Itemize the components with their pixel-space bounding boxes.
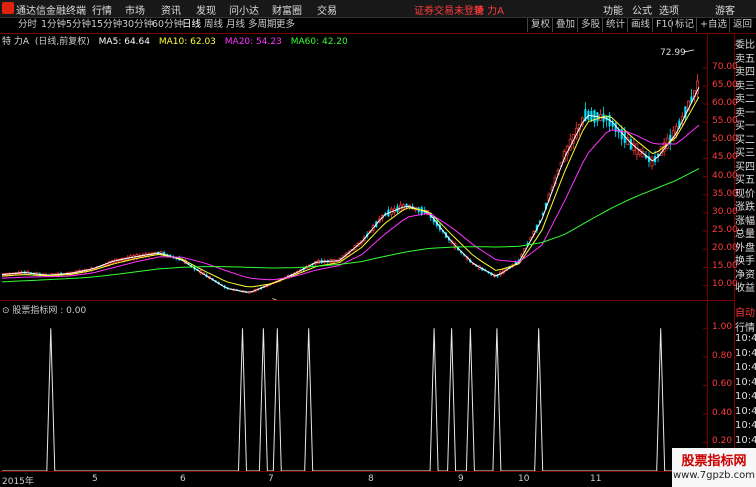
chart-header: 特 力A (日线,前复权) MA5: 64.64 MA10: 62.03 MA2… <box>0 34 348 47</box>
indicator-line <box>2 328 699 471</box>
side-panel-item: 10:45 <box>735 333 756 344</box>
mark-button[interactable]: 标记 <box>671 18 697 32</box>
draw-line-button[interactable]: 画线 <box>627 18 653 32</box>
x-label-10: 10 <box>518 474 530 484</box>
menu-gongshi[interactable]: 公式 <box>632 2 652 17</box>
x-label-2015: 2015年 <box>2 477 34 487</box>
tab-fenshi[interactable]: 分时 <box>18 18 37 32</box>
multi-stock-button[interactable]: 多股 <box>577 18 603 32</box>
tab-more[interactable]: 更多 <box>276 18 295 32</box>
tab-daily[interactable]: 日线 <box>182 18 201 32</box>
menu-caifuquan[interactable]: 财富圈 <box>272 2 302 17</box>
overlay-button[interactable]: 叠加 <box>552 18 578 32</box>
price-tick-label: 10.00 <box>712 279 738 290</box>
app-name: 通达信金融终端 <box>16 6 86 17</box>
candle-up <box>650 156 654 167</box>
watermark-url: www.7gpzb.com <box>673 470 755 481</box>
side-panel-item: 10:45 <box>735 391 756 402</box>
low-annotation: 6.70 <box>284 299 304 300</box>
tab-monthly[interactable]: 月线 <box>226 18 245 32</box>
side-panel-item: 10:45 <box>735 362 756 373</box>
panel-divider <box>0 300 735 301</box>
menu-youke[interactable]: 游客 <box>715 2 735 17</box>
price-tick-label: 70.00 <box>712 61 738 72</box>
price-tick-label: 25.00 <box>712 225 738 236</box>
price-tick-label: 35.00 <box>712 188 738 199</box>
menu-gongneng[interactable]: 功能 <box>603 2 623 17</box>
x-label-5: 5 <box>92 474 98 484</box>
price-tick-label: 20.00 <box>712 243 738 254</box>
stock-tag: 特 力A <box>474 6 505 17</box>
indicator-tick-label: 1.00 <box>712 322 733 333</box>
indicator-tick-label: 0.20 <box>712 436 733 447</box>
watermark-title: 股票指标网 <box>681 454 747 469</box>
side-panel-item: 10:45 <box>735 434 756 446</box>
side-panel-item: 10:45 <box>735 347 756 359</box>
x-label-9: 9 <box>458 474 464 484</box>
candle-down <box>629 139 632 150</box>
back-button[interactable]: 返回 <box>729 18 755 32</box>
ma-line-ma20 <box>1 124 700 281</box>
menu-zixun[interactable]: 资讯 <box>161 2 181 17</box>
side-panel-item: 自动 <box>735 308 755 319</box>
side-panel-item: 收益 <box>735 283 755 294</box>
side-panel-item: 10:45 <box>735 376 756 388</box>
app-logo-icon <box>2 2 14 14</box>
tab-5min[interactable]: 5分钟 <box>66 18 91 32</box>
x-label-11: 11 <box>590 474 602 484</box>
price-axis-divider <box>707 33 708 472</box>
side-panel-item: 10:45 <box>735 420 756 431</box>
indicator-tick-label: 0.40 <box>712 407 733 418</box>
price-tick-label: 30.00 <box>712 206 738 217</box>
menu-faxian[interactable]: 发现 <box>196 2 216 17</box>
x-label-6: 6 <box>180 474 186 484</box>
x-label-8: 8 <box>368 474 374 484</box>
high-annotation: 72.99 <box>660 48 686 58</box>
low-arrow <box>272 298 278 300</box>
tab-multi-period[interactable]: 多周期 <box>248 18 277 32</box>
indicator-chart[interactable] <box>0 314 707 471</box>
tab-30min[interactable]: 30分钟 <box>122 18 153 32</box>
menu-wenxiaoda[interactable]: 问小达 <box>229 2 259 17</box>
menu-jiaoyi[interactable]: 交易 <box>317 2 337 17</box>
fuquan-button[interactable]: 复权 <box>527 18 553 32</box>
menu-hangqing[interactable]: 行情 <box>92 2 112 17</box>
price-tick-label: 65.00 <box>712 79 738 90</box>
xaxis-divider <box>0 471 735 472</box>
add-watchlist-button[interactable]: +自选 <box>696 18 730 32</box>
x-label-7: 7 <box>268 474 274 484</box>
menu-shichang[interactable]: 市场 <box>125 2 145 17</box>
price-tick-label: 40.00 <box>712 170 738 181</box>
menu-xuanxiang[interactable]: 选项 <box>659 2 679 17</box>
side-panel-item: 10:45 <box>735 405 756 417</box>
price-tick-label: 15.00 <box>712 261 738 272</box>
indicator-tick-label: 0.60 <box>712 379 733 390</box>
candlestick-chart[interactable]: 72.99 6.70 <box>0 46 707 300</box>
watermark: 股票指标网 www.7gpzb.com <box>672 448 756 487</box>
price-tick-label: 55.00 <box>712 116 738 127</box>
stats-button[interactable]: 统计 <box>602 18 628 32</box>
toolbar-divider <box>0 33 735 34</box>
tab-15min[interactable]: 15分钟 <box>91 18 122 32</box>
price-tick-label: 60.00 <box>712 98 738 109</box>
side-panel-item: 行情 <box>735 322 755 334</box>
tab-60min[interactable]: 60分钟 <box>152 18 183 32</box>
indicator-tick-label: 0.80 <box>712 350 733 361</box>
tab-weekly[interactable]: 周线 <box>204 18 223 32</box>
tab-1min[interactable]: 1分钟 <box>41 18 66 32</box>
price-tick-label: 50.00 <box>712 134 738 145</box>
price-tick-label: 45.00 <box>712 152 738 163</box>
